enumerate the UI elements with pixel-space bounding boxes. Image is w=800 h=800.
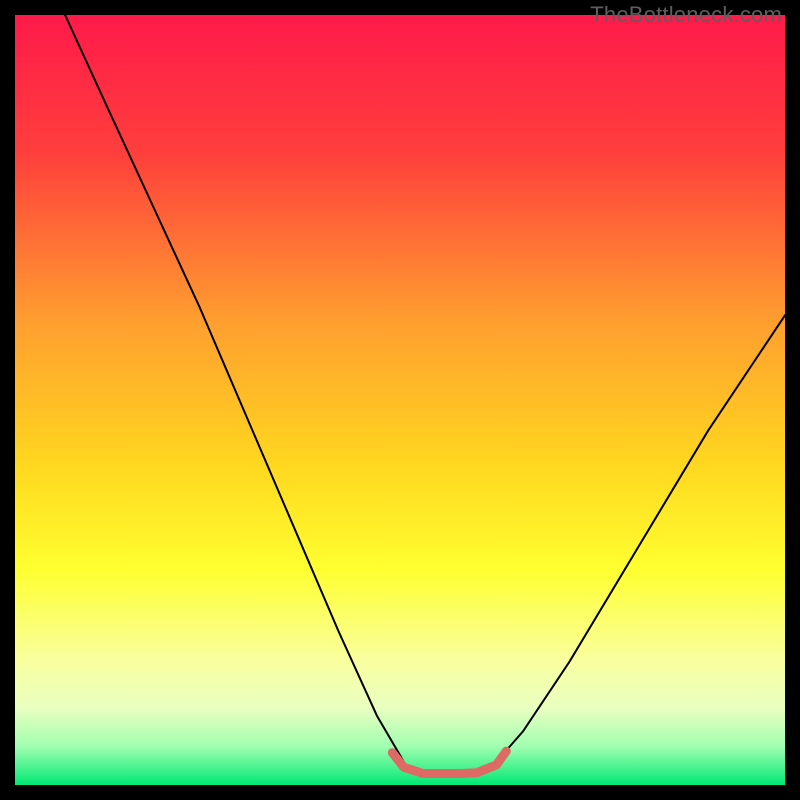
plot-frame	[15, 15, 785, 785]
series-left-curve	[65, 15, 404, 762]
chart-curves	[15, 15, 785, 785]
watermark-text: TheBottleneck.com	[590, 2, 782, 28]
series-right-curve	[496, 315, 785, 762]
series-bottom-highlight	[392, 751, 506, 773]
